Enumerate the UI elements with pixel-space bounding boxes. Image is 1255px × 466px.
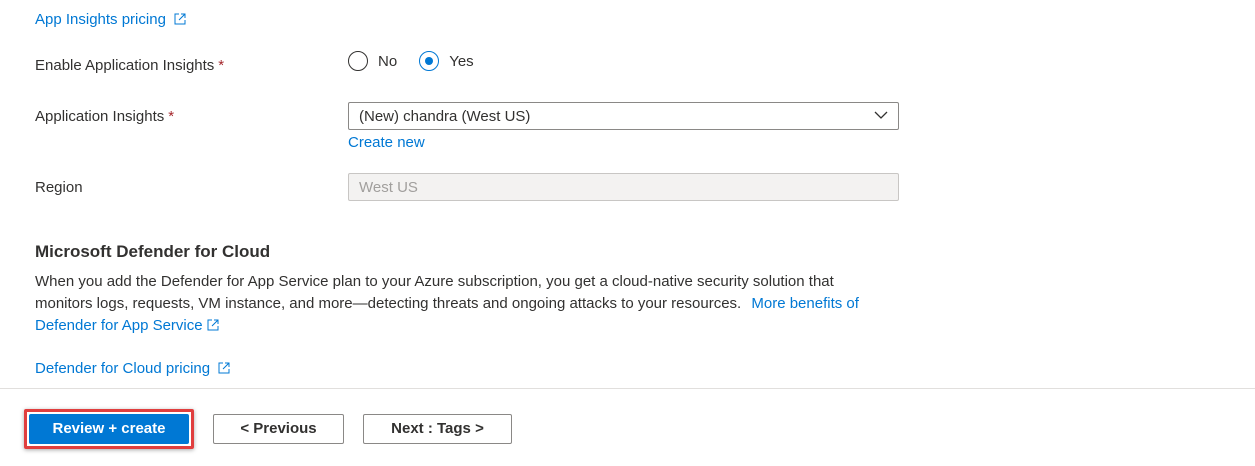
region-field: West US: [348, 173, 899, 201]
enable-app-insights-text: Enable Application Insights: [35, 57, 215, 74]
required-mark: *: [218, 57, 225, 74]
radio-no[interactable]: [348, 51, 368, 71]
radio-yes[interactable]: [419, 51, 440, 71]
required-mark: *: [168, 108, 175, 125]
app-insights-dropdown[interactable]: (New) chandra (West US): [348, 102, 899, 130]
app-insights-pricing-link[interactable]: App Insights pricing: [35, 11, 186, 28]
app-insights-text: Application Insights: [35, 108, 165, 125]
enable-app-insights-radio-group: No Yes: [348, 51, 496, 71]
radio-yes-label[interactable]: Yes: [449, 53, 473, 70]
external-link-icon: [218, 362, 230, 374]
region-value: West US: [359, 179, 418, 196]
external-link-icon: [207, 319, 219, 331]
footer-divider: [0, 388, 1255, 389]
app-insights-selected-value: (New) chandra (West US): [359, 108, 531, 125]
previous-button[interactable]: < Previous: [213, 414, 344, 444]
chevron-down-icon: [874, 111, 888, 119]
defender-description: When you add the Defender for App Servic…: [35, 271, 895, 337]
external-link-icon: [174, 13, 186, 25]
radio-no-label[interactable]: No: [378, 53, 397, 70]
defender-heading: Microsoft Defender for Cloud: [35, 242, 271, 261]
defender-pricing-label: Defender for Cloud pricing: [35, 360, 211, 377]
next-tags-button[interactable]: Next : Tags >: [363, 414, 512, 444]
review-create-button[interactable]: Review + create: [29, 414, 189, 444]
app-insights-label: Application Insights *: [35, 108, 174, 125]
defender-pricing-link[interactable]: Defender for Cloud pricing: [35, 360, 230, 377]
app-insights-pricing-label: App Insights pricing: [35, 11, 166, 28]
create-new-link[interactable]: Create new: [348, 134, 425, 151]
region-label: Region: [35, 179, 83, 196]
enable-app-insights-label: Enable Application Insights *: [35, 57, 224, 74]
defender-description-text: When you add the Defender for App Servic…: [35, 273, 834, 312]
